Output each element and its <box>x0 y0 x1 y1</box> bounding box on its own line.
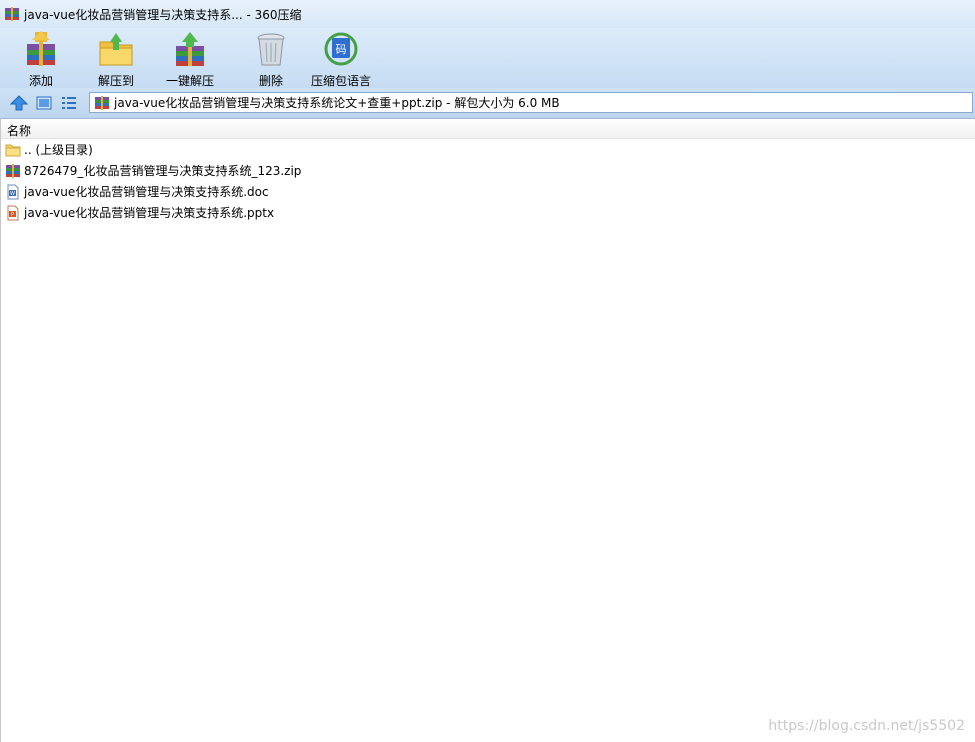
list-item[interactable]: 8726479_化妆品营销管理与决策支持系统_123.zip <box>1 160 401 181</box>
watermark-text: https://blog.csdn.net/js5502 <box>768 718 965 734</box>
add-label: 添加 <box>28 74 53 88</box>
svg-text:码: 码 <box>336 43 347 56</box>
extract-to-label: 解压到 <box>97 74 134 88</box>
list-item[interactable]: P java-vue化妆品营销管理与决策支持系统.pptx <box>1 202 401 223</box>
archive-language-icon: 码 <box>324 32 358 66</box>
file-list: 名称 .. (上级目录) 8726479_化妆品营销管理与决策支持系统_123.… <box>0 119 975 742</box>
list-item[interactable]: W java-vue化妆品营销管理与决策支持系统.doc <box>1 181 401 202</box>
one-click-extract-icon <box>176 32 204 66</box>
file-name: java-vue化妆品营销管理与决策支持系统.doc <box>24 185 269 199</box>
column-header-name[interactable]: 名称 <box>1 119 975 139</box>
archive-language-label: 压缩包语言 <box>311 74 372 88</box>
file-name: 8726479_化妆品营销管理与决策支持系统_123.zip <box>24 164 302 178</box>
up-arrow-icon[interactable] <box>10 94 28 112</box>
delete-label: 删除 <box>258 74 283 88</box>
navigation-bar: java-vue化妆品营销管理与决策支持系统论文+查重+ppt.zip - 解包… <box>0 88 975 119</box>
list-item[interactable]: .. (上级目录) <box>1 139 401 160</box>
window-title: java-vue化妆品营销管理与决策支持系... - 360压缩 <box>24 7 302 22</box>
one-click-extract-label: 一键解压 <box>166 74 215 88</box>
one-click-extract-button[interactable]: 一键解压 <box>166 30 214 89</box>
zip-archive-icon <box>6 163 20 178</box>
add-archive-icon <box>27 31 55 66</box>
word-doc-icon: W <box>7 184 19 199</box>
file-name: java-vue化妆品营销管理与决策支持系统.pptx <box>24 206 275 220</box>
folder-icon <box>5 144 21 156</box>
add-button[interactable]: 添加 <box>22 30 60 89</box>
svg-text:P: P <box>11 212 14 218</box>
powerpoint-icon: P <box>7 205 19 220</box>
svg-text:W: W <box>10 191 15 197</box>
main-toolbar: 添加 解压到 一键解压 删除 码 压缩包语言 <box>0 28 975 88</box>
extract-to-button[interactable]: 解压到 <box>97 30 135 89</box>
file-name: .. (上级目录) <box>24 143 93 157</box>
path-field[interactable]: java-vue化妆品营销管理与决策支持系统论文+查重+ppt.zip - 解包… <box>89 92 973 113</box>
path-text: java-vue化妆品营销管理与决策支持系统论文+查重+ppt.zip - 解包… <box>114 96 560 110</box>
extract-to-icon <box>99 33 133 66</box>
delete-button[interactable]: 删除 <box>252 30 290 89</box>
zip-archive-icon <box>95 95 109 110</box>
column-name-label: 名称 <box>7 124 32 138</box>
trash-icon <box>257 33 285 66</box>
archive-app-icon <box>5 7 19 21</box>
list-view-icon[interactable] <box>60 94 78 112</box>
archive-language-button[interactable]: 码 压缩包语言 <box>311 30 371 89</box>
thumbnail-view-icon[interactable] <box>35 94 53 112</box>
title-bar: java-vue化妆品营销管理与决策支持系... - 360压缩 <box>0 0 975 28</box>
